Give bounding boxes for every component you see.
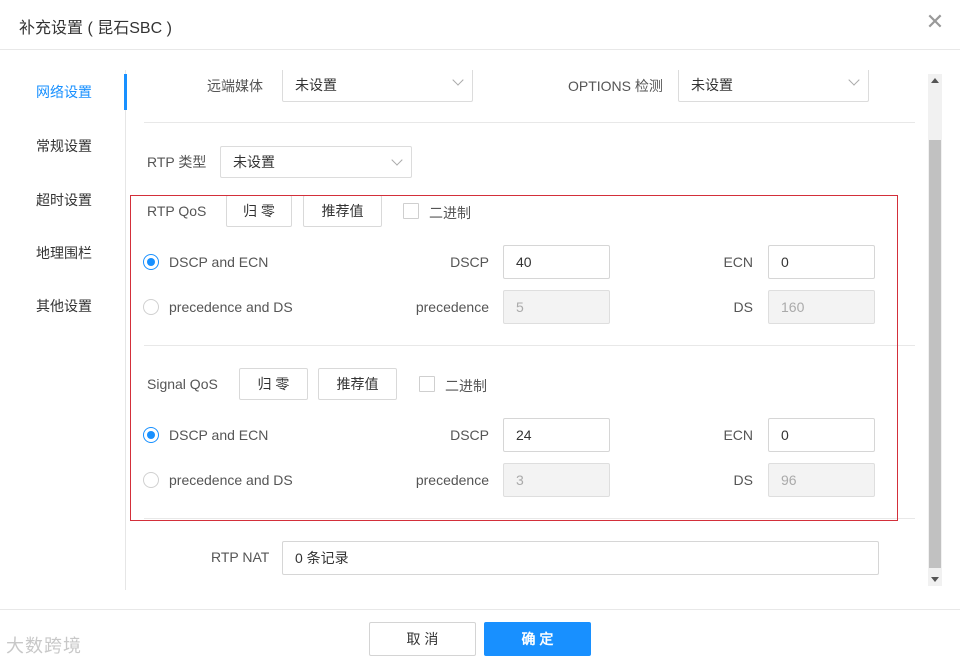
settings-dialog: 补充设置 ( 昆石SBC ) ✕ 网络设置 常规设置 超时设置 地理围栏 其他设… [0,0,960,665]
cancel-button[interactable]: 取 消 [369,622,476,656]
nav-item-geofence[interactable]: 地理围栏 [36,243,92,263]
rtp-nat-field[interactable]: 0 条记录 [282,541,879,575]
rtp-nat-label: RTP NAT [211,549,270,565]
chevron-down-icon [452,74,464,86]
dialog-footer: 取 消 确 定 [0,609,960,665]
remote-media-label: 远端媒体 [207,78,263,94]
rtp-type-label: RTP 类型 [147,154,207,170]
nav-item-timeout[interactable]: 超时设置 [36,190,92,210]
chevron-down-icon [848,74,860,86]
divider [144,122,915,123]
qos-highlight-frame [130,195,898,521]
content-scrollbar[interactable] [928,74,942,586]
dialog-title: 补充设置 ( 昆石SBC ) [19,20,172,37]
options-detect-select[interactable]: 未设置 [678,70,869,102]
options-detect-value: 未设置 [691,77,733,93]
confirm-button[interactable]: 确 定 [484,622,591,656]
scroll-up-icon[interactable] [931,78,939,83]
options-detect-label: OPTIONS 检测 [568,78,663,94]
remote-media-select[interactable]: 未设置 [282,70,473,102]
watermark: 大数跨境 [6,636,82,656]
scrollbar-thumb[interactable] [929,140,941,568]
rtp-type-value: 未设置 [233,154,275,170]
settings-nav: 网络设置 常规设置 超时设置 地理围栏 其他设置 [0,70,127,590]
chevron-down-icon [391,154,403,166]
dialog-header: 补充设置 ( 昆石SBC ) ✕ [0,0,960,50]
nav-item-general[interactable]: 常规设置 [36,136,92,156]
nav-item-network[interactable]: 网络设置 [36,82,92,102]
scroll-down-icon[interactable] [931,577,939,582]
nav-item-other[interactable]: 其他设置 [36,296,92,316]
rtp-type-select[interactable]: 未设置 [220,146,412,178]
remote-media-value: 未设置 [295,77,337,93]
close-icon[interactable]: ✕ [924,11,946,33]
